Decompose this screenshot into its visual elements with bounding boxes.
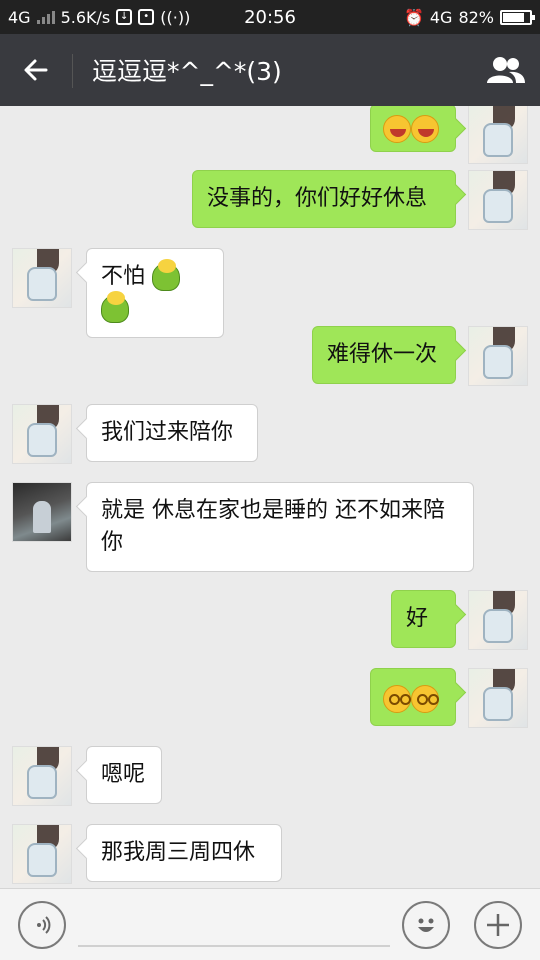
group-members-icon [487,57,525,83]
contact-avatar[interactable] [12,404,72,464]
chat-title: 逗逗逗*^_^*(3) [92,57,282,86]
status-left: 4G 5.6K/s ↓ • ((·)) [8,8,190,27]
network-speed: 5.6K/s [60,7,111,27]
frog-emoji-icon [101,291,129,323]
message-bubble-in[interactable]: 就是 休息在家也是睡的 还不如来陪你 [86,482,474,572]
arrow-left-icon [24,59,48,81]
sly-emoji-icon [383,685,411,713]
back-button[interactable] [14,48,58,92]
group-members-button[interactable] [484,48,528,92]
network-type-right: 4G [429,7,453,27]
message-text: 没事的，你们好好休息 [207,186,428,211]
frog-emoji-icon [152,259,181,291]
message-input[interactable] [78,945,390,947]
voice-button[interactable] [18,901,66,949]
message-bubble-in[interactable]: 不怕 [86,248,224,338]
chat-messages[interactable]: 没事的，你们好好休息 不怕 难得休一次 我们过来陪你 就是 休息在家也是睡的 还… [0,106,540,888]
message-bubble-in[interactable]: 我们过来陪你 [86,404,258,462]
emoji-icon [418,918,434,932]
message-text: 那我周三周四休 [101,840,256,865]
message-text: 难得休一次 [327,342,438,367]
plus-icon [487,914,509,936]
laughing-emoji-icon [383,115,411,143]
input-bar [0,888,540,960]
contact-avatar[interactable] [12,824,72,884]
contact-avatar-photo[interactable] [12,482,72,542]
own-avatar[interactable] [468,668,528,728]
contact-avatar[interactable] [12,248,72,308]
header-divider [72,54,73,88]
chat-header: 逗逗逗*^_^*(3) [0,34,540,106]
download-icon: ↓ [116,9,133,25]
status-bar: 4G 5.6K/s ↓ • ((·)) 20:56 ⏰ 4G 82% [0,0,540,34]
wifi-hotspot-icon: ((·)) [160,7,191,27]
message-bubble-out[interactable]: 好 [391,590,456,648]
message-bubble-in[interactable]: 嗯呢 [86,746,162,804]
own-avatar[interactable] [468,590,528,650]
voice-icon [37,916,51,934]
battery-percent: 82% [458,7,494,27]
own-avatar[interactable] [468,326,528,386]
message-bubble-out[interactable]: 难得休一次 [312,326,456,384]
own-avatar[interactable] [468,106,528,164]
contact-avatar[interactable] [12,746,72,806]
status-right: ⏰ 4G 82% [403,7,535,27]
more-button[interactable] [474,901,522,949]
message-text: 好 [406,606,429,631]
battery-icon [500,9,535,25]
message-bubble-out[interactable]: 没事的，你们好好休息 [192,170,456,228]
alarm-icon: ⏰ [403,7,424,27]
laughing-emoji-icon [411,115,439,143]
chat-notification-icon: • [138,9,155,25]
signal-icon [36,10,55,24]
message-text: 就是 休息在家也是睡的 还不如来陪你 [101,498,445,555]
message-bubble-out[interactable] [370,106,456,152]
message-text: 不怕 [101,264,146,289]
message-bubble-in[interactable]: 那我周三周四休 [86,824,282,882]
emoji-button[interactable] [402,901,450,949]
battery-fill [503,12,525,22]
own-avatar[interactable] [468,170,528,230]
message-bubble-out[interactable] [370,668,456,726]
message-text: 我们过来陪你 [101,420,234,445]
sly-emoji-icon [411,685,439,713]
message-text: 嗯呢 [101,762,146,787]
network-type-left: 4G [8,7,31,27]
